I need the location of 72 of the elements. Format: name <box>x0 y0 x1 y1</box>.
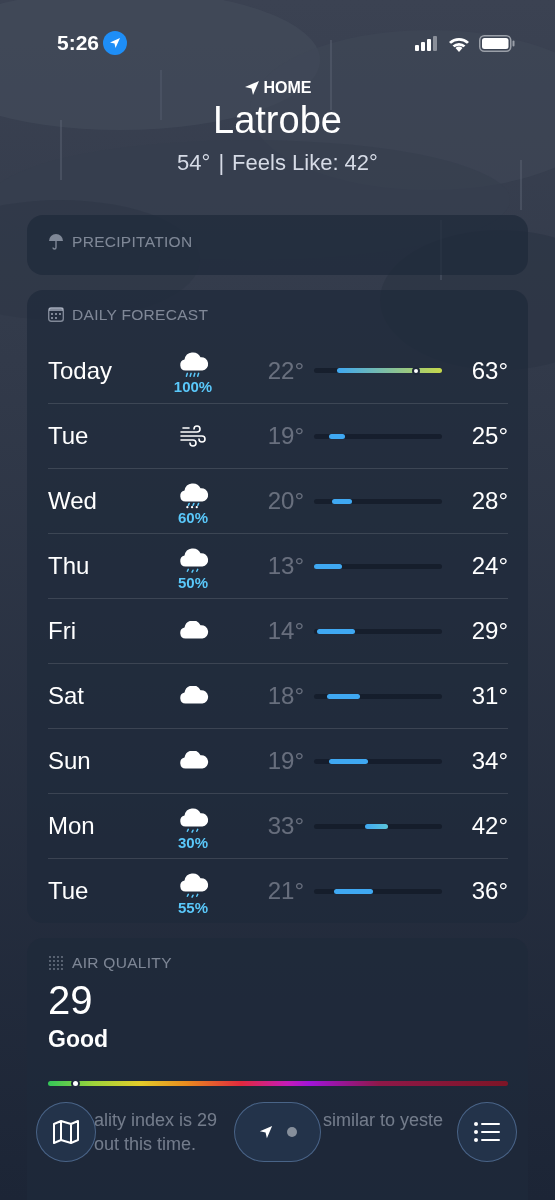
page-indicator[interactable] <box>234 1102 321 1162</box>
map-button[interactable] <box>36 1102 96 1162</box>
temperature-range-bar <box>331 498 353 504</box>
list-icon <box>473 1121 501 1143</box>
temperature-range-bar <box>334 888 373 894</box>
day-name: Mon <box>48 811 96 842</box>
day-name: Fri <box>48 616 77 647</box>
location-label: HOME <box>263 78 312 98</box>
separator: | <box>218 148 225 177</box>
low-temperature: 33° <box>266 811 305 842</box>
feels-like-temperature: Feels Like: 42° <box>232 148 378 177</box>
battery-icon <box>479 34 515 52</box>
low-temperature: 19° <box>266 421 305 452</box>
high-temperature: 36° <box>470 876 508 907</box>
air-dots-icon <box>48 954 64 971</box>
location-arrow-icon <box>243 80 260 96</box>
umbrella-icon <box>48 232 64 250</box>
low-temperature: 20° <box>266 486 305 517</box>
day-name: Tue <box>48 876 90 907</box>
high-temperature: 42° <box>470 811 508 842</box>
cloud-icon <box>177 751 209 772</box>
high-temperature: 24° <box>470 551 508 582</box>
description-text: out this time. <box>94 1132 197 1156</box>
temperature-range-bar <box>365 823 389 829</box>
calendar-icon <box>48 306 64 322</box>
day-name: Wed <box>48 486 98 517</box>
low-temperature: 19° <box>266 746 305 777</box>
day-name: Today <box>48 355 114 386</box>
day-name: Thu <box>48 551 91 582</box>
high-temperature: 63° <box>470 355 508 386</box>
temperature-range-bar <box>314 563 343 569</box>
cloud-icon <box>177 621 209 642</box>
low-temperature: 21° <box>266 876 305 907</box>
current-temperature: 54° <box>177 148 211 177</box>
precipitation-chance: 100% <box>173 379 213 395</box>
location-icon <box>103 31 128 55</box>
low-temperature: 14° <box>266 616 305 647</box>
card-title: AIR QUALITY <box>72 953 172 974</box>
temperature-range-bar <box>316 628 355 634</box>
precipitation-chance: 30% <box>178 834 208 850</box>
high-temperature: 34° <box>470 746 508 777</box>
map-icon <box>52 1119 80 1145</box>
high-temperature: 28° <box>470 486 508 517</box>
description-text: similar to yeste <box>323 1108 444 1132</box>
low-temperature: 13° <box>266 551 305 582</box>
precipitation-chance: 50% <box>178 574 208 590</box>
day-name: Sat <box>48 681 86 712</box>
high-temperature: 29° <box>470 616 508 647</box>
cloud-icon <box>177 686 209 707</box>
city-name: Latrobe <box>213 100 342 142</box>
list-button[interactable] <box>457 1102 517 1162</box>
temperature-range-bar <box>329 433 345 439</box>
card-title: PRECIPITATION <box>72 231 193 252</box>
day-name: Tue <box>48 421 90 452</box>
location-arrow-icon <box>258 1125 273 1139</box>
low-temperature: 18° <box>266 681 305 712</box>
aqi-value: 29 <box>48 978 94 1023</box>
page-dot-icon <box>286 1127 297 1137</box>
wind-icon <box>179 425 207 448</box>
description-text: ality index is 29 <box>94 1108 218 1132</box>
low-temperature: 22° <box>266 355 305 386</box>
card-title: DAILY FORECAST <box>72 304 209 325</box>
signal-icon <box>415 35 439 51</box>
precipitation-chance: 55% <box>178 899 208 915</box>
day-name: Sun <box>48 746 92 777</box>
status-time: 5:26 <box>57 30 100 57</box>
temperature-range-bar <box>326 693 361 699</box>
high-temperature: 31° <box>470 681 508 712</box>
aqi-category: Good <box>48 1025 110 1055</box>
temperature-range-bar <box>329 758 368 764</box>
high-temperature: 25° <box>470 421 508 452</box>
precipitation-chance: 60% <box>178 509 208 525</box>
